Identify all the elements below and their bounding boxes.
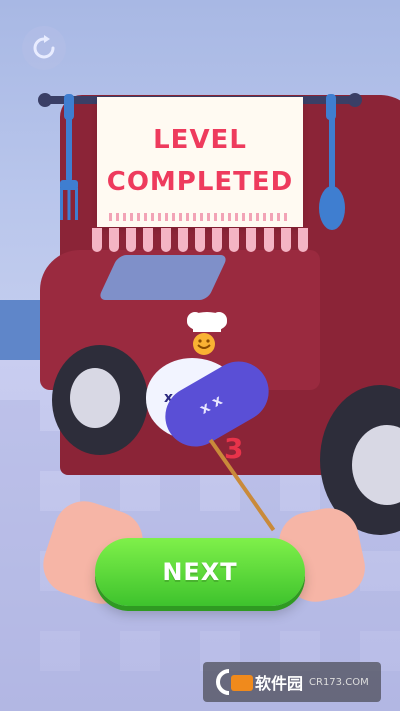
site-logo-icon — [216, 669, 253, 695]
watermark-brand: 软件园 — [255, 674, 304, 693]
spoon-icon — [319, 112, 345, 230]
restart-button[interactable] — [22, 26, 66, 70]
next-button[interactable]: NEXT — [95, 538, 305, 606]
fork-icon — [60, 112, 78, 220]
rail-end-left — [38, 93, 52, 107]
watermark: 软件园 CR173.COM — [203, 662, 381, 702]
game-scene: LEVEL COMPLETED x x x x 3 NEXT — [0, 0, 400, 711]
banner-line-1: LEVEL — [153, 125, 247, 155]
restart-icon — [33, 35, 55, 59]
watermark-url: CR173.COM — [309, 676, 369, 688]
banner-stitching — [109, 213, 291, 221]
chef-icon — [187, 312, 227, 355]
banner-fringe — [92, 228, 308, 256]
truck-window — [97, 255, 229, 300]
banner-line-2: COMPLETED — [106, 167, 294, 197]
level-completed-banner: LEVEL COMPLETED — [97, 97, 303, 227]
rail-end-right — [348, 93, 362, 107]
front-wheel-hub — [70, 368, 120, 428]
